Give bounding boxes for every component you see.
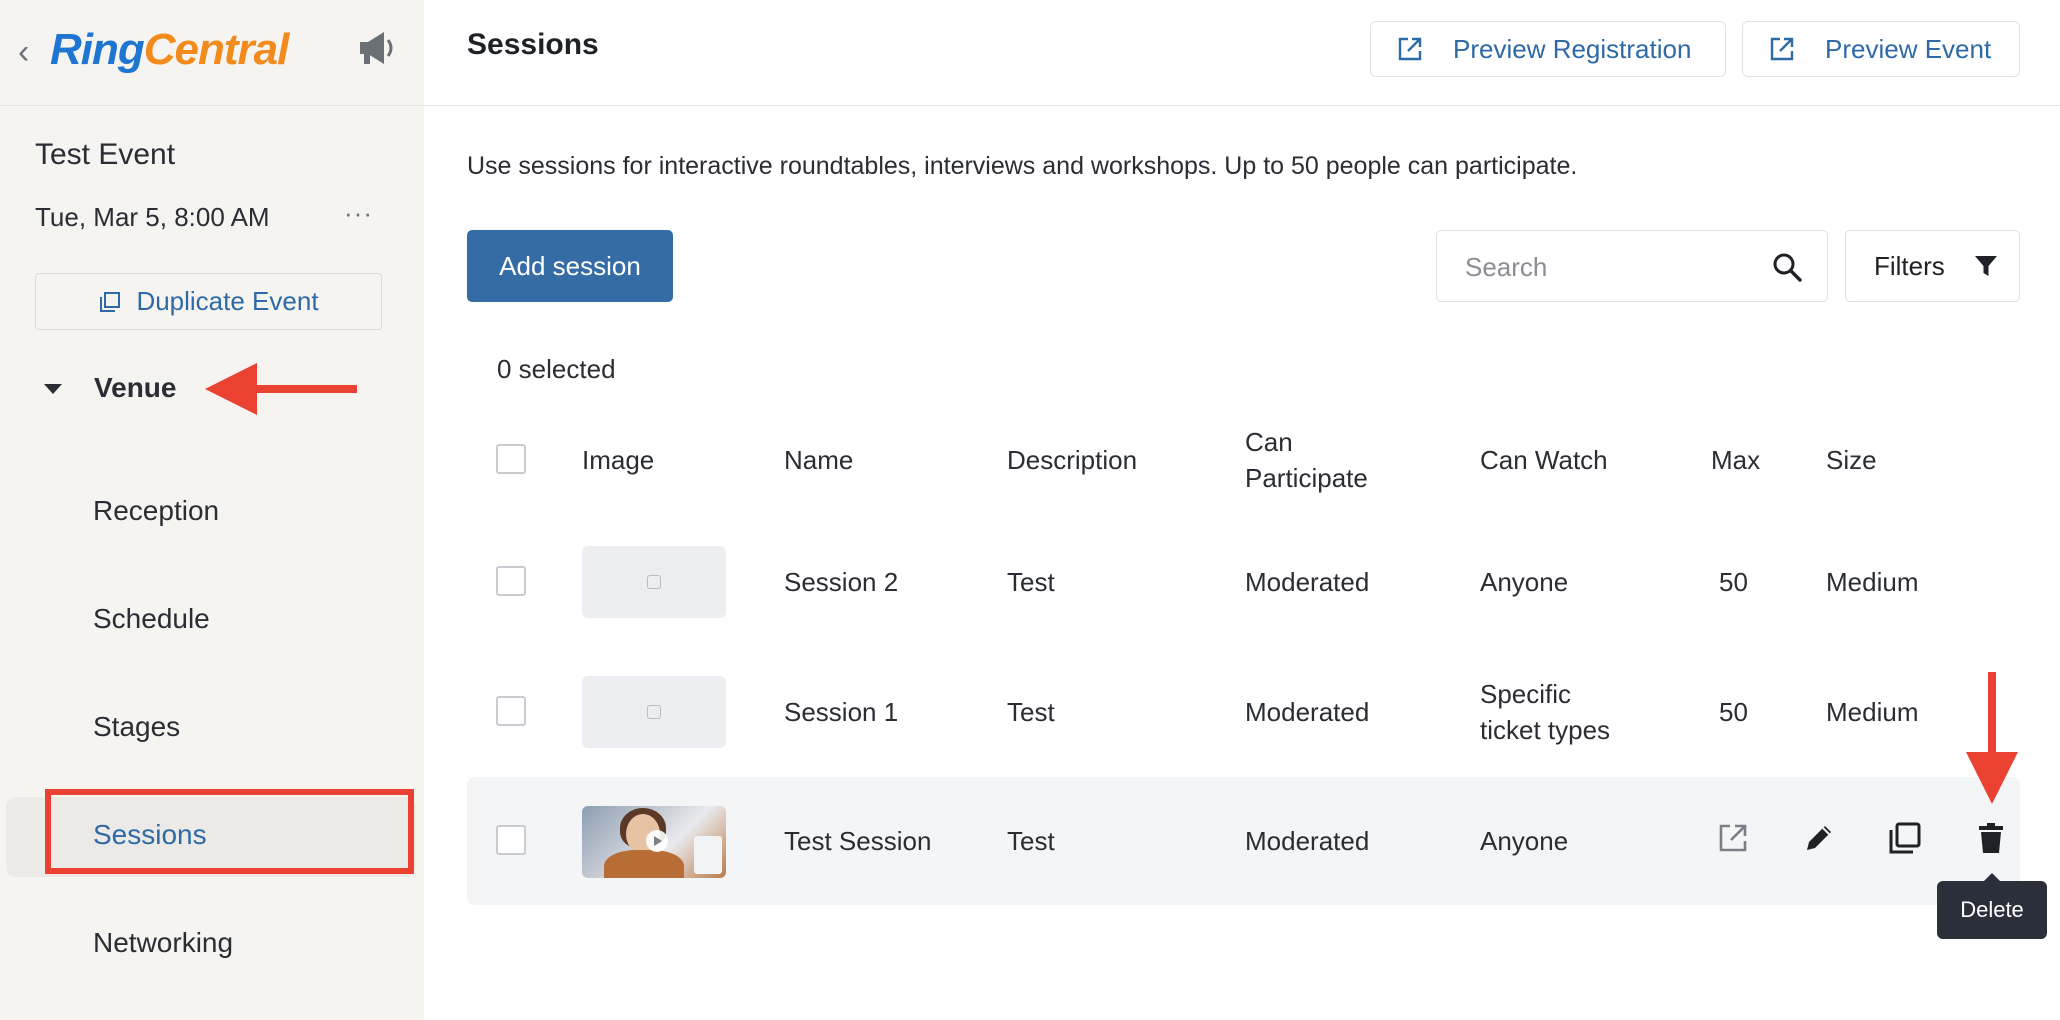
duplicate-icon[interactable] (1887, 820, 1923, 856)
column-header-max: Max (1711, 445, 1761, 475)
image-placeholder-icon (647, 705, 661, 719)
search-icon[interactable] (1771, 251, 1803, 283)
session-max: 50 (1719, 697, 1748, 727)
sidebar-item-reception[interactable]: Reception (93, 491, 219, 531)
session-description: Test (1007, 826, 1055, 856)
session-name[interactable]: Test Session (784, 823, 931, 859)
session-name[interactable]: Session 1 (784, 694, 898, 730)
search-input[interactable] (1465, 247, 1765, 287)
session-thumbnail (582, 676, 726, 748)
filter-funnel-icon (1974, 256, 1997, 276)
session-can-watch-line2: ticket types (1480, 715, 1611, 745)
session-max: 50 (1719, 567, 1748, 597)
sidebar: ‹ RingCentral Test Event Tue, Mar 5, 8:0… (0, 0, 424, 1020)
search-box[interactable] (1436, 230, 1828, 302)
ringcentral-logo: RingCentral (50, 25, 289, 74)
play-icon (646, 830, 668, 852)
session-can-watch: Anyone (1480, 567, 1569, 597)
column-header-description: Description (1007, 445, 1138, 475)
delete-trash-icon[interactable] (1973, 820, 2009, 856)
session-can-watch-line1: Specific (1480, 679, 1572, 709)
filters-label: Filters (1874, 250, 1945, 281)
event-title: Test Event (35, 138, 176, 171)
venue-label: Venue (94, 372, 177, 403)
brand-bar: ‹ RingCentral (0, 0, 424, 106)
column-header-can-participate-line2: Participate (1245, 463, 1368, 493)
session-can-watch: Anyone (1480, 826, 1569, 856)
preview-registration-label: Preview Registration (1453, 33, 1692, 64)
session-size: Medium (1826, 567, 1919, 597)
column-header-name: Name (784, 445, 854, 475)
column-header-size: Size (1826, 445, 1877, 475)
sidebar-item-stages[interactable]: Stages (93, 707, 180, 747)
selected-count: 0 selected (497, 354, 616, 384)
select-all-checkbox[interactable] (496, 444, 526, 474)
open-session-icon[interactable] (1715, 820, 1751, 856)
annotation-arrow-down (1966, 672, 2018, 804)
edit-pencil-icon[interactable] (1801, 820, 1837, 856)
page-title: Sessions (467, 28, 599, 61)
delete-tooltip: Delete (1937, 873, 2047, 939)
session-thumbnail-photo (582, 806, 726, 878)
session-description: Test (1007, 567, 1055, 597)
preview-event-label: Preview Event (1825, 33, 1992, 64)
row-checkbox[interactable] (496, 566, 526, 596)
chevron-left-icon[interactable]: ‹ (18, 32, 42, 72)
session-can-participate: Moderated (1245, 567, 1370, 597)
annotation-arrow-left (205, 363, 357, 415)
event-date: Tue, Mar 5, 8:00 AM (35, 202, 270, 232)
image-placeholder-icon (647, 575, 661, 589)
row-checkbox[interactable] (496, 696, 526, 726)
row-checkbox[interactable] (496, 825, 526, 855)
column-header-image: Image (582, 445, 655, 475)
session-name[interactable]: Session 2 (784, 564, 898, 600)
intro-text: Use sessions for interactive roundtables… (467, 152, 1578, 180)
session-description: Test (1007, 697, 1055, 727)
filters-button[interactable]: Filters (1845, 230, 2020, 302)
duplicate-event-label: Duplicate Event (136, 286, 319, 316)
venue-section-toggle[interactable]: Venue (40, 366, 176, 410)
sidebar-item-networking[interactable]: Networking (93, 923, 233, 963)
session-thumbnail (582, 546, 726, 618)
more-options-icon[interactable]: ··· (344, 198, 373, 229)
sidebar-item-schedule[interactable]: Schedule (93, 599, 210, 639)
add-session-button[interactable]: Add session (467, 230, 673, 302)
session-size: Medium (1826, 697, 1919, 727)
caret-down-icon (44, 384, 62, 394)
duplicate-event-button[interactable]: Duplicate Event (35, 273, 382, 330)
megaphone-icon[interactable] (356, 28, 400, 68)
preview-registration-button[interactable]: Preview Registration (1370, 21, 1726, 77)
column-header-can-participate-line1: Can (1245, 427, 1293, 457)
duplicate-icon (100, 291, 121, 312)
annotation-highlight-box (45, 789, 414, 874)
external-link-icon (1770, 37, 1794, 61)
preview-event-button[interactable]: Preview Event (1742, 21, 2020, 77)
column-header-can-watch: Can Watch (1480, 445, 1608, 475)
session-can-participate: Moderated (1245, 697, 1370, 727)
session-can-participate: Moderated (1245, 826, 1370, 856)
external-link-icon (1398, 37, 1422, 61)
